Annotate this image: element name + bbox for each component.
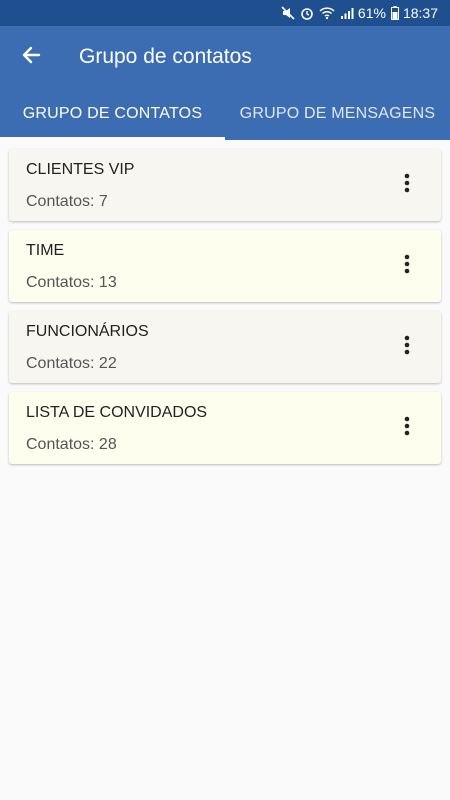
group-menu-button[interactable] <box>395 254 419 278</box>
signal-icon <box>340 6 354 20</box>
app-bar: Grupo de contatos <box>0 26 450 88</box>
arrow-back-icon <box>21 45 41 70</box>
group-name: CLIENTES VIP <box>26 161 135 178</box>
group-count: Contatos: 22 <box>26 355 117 372</box>
group-menu-button[interactable] <box>395 173 419 197</box>
group-name: FUNCIONÁRIOS <box>26 323 149 340</box>
group-count: Contatos: 28 <box>26 436 117 453</box>
mute-icon <box>281 6 295 20</box>
status-time: 18:37 <box>402 5 438 21</box>
more-vert-icon <box>404 254 410 279</box>
tab-bar: GRUPO DE CONTATOS GRUPO DE MENSAGENS <box>0 88 450 140</box>
status-bar: 61% 18:37 <box>0 0 450 26</box>
group-name: TIME <box>26 242 65 259</box>
group-card[interactable]: LISTA DE CONVIDADOS Contatos: 28 <box>9 392 441 464</box>
alarm-icon <box>300 6 314 20</box>
group-name: LISTA DE CONVIDADOS <box>26 404 208 421</box>
tab-grupo-de-mensagens[interactable]: GRUPO DE MENSAGENS <box>225 88 450 140</box>
back-button[interactable] <box>0 26 62 88</box>
group-list: CLIENTES VIP Contatos: 7 TIME Contatos: … <box>0 140 450 464</box>
group-count: Contatos: 13 <box>26 274 117 291</box>
group-menu-button[interactable] <box>395 335 419 359</box>
group-card[interactable]: CLIENTES VIP Contatos: 7 <box>9 149 441 221</box>
battery-percent: 61% <box>357 5 386 21</box>
more-vert-icon <box>404 335 410 360</box>
group-card[interactable]: FUNCIONÁRIOS Contatos: 22 <box>9 311 441 383</box>
wifi-icon <box>319 6 335 20</box>
tab-grupo-de-contatos[interactable]: GRUPO DE CONTATOS <box>0 88 225 140</box>
page-title: Grupo de contatos <box>79 45 252 68</box>
group-count: Contatos: 7 <box>26 193 108 210</box>
more-vert-icon <box>404 173 410 198</box>
more-vert-icon <box>404 416 410 441</box>
group-menu-button[interactable] <box>395 416 419 440</box>
battery-icon <box>390 6 399 20</box>
group-card[interactable]: TIME Contatos: 13 <box>9 230 441 302</box>
